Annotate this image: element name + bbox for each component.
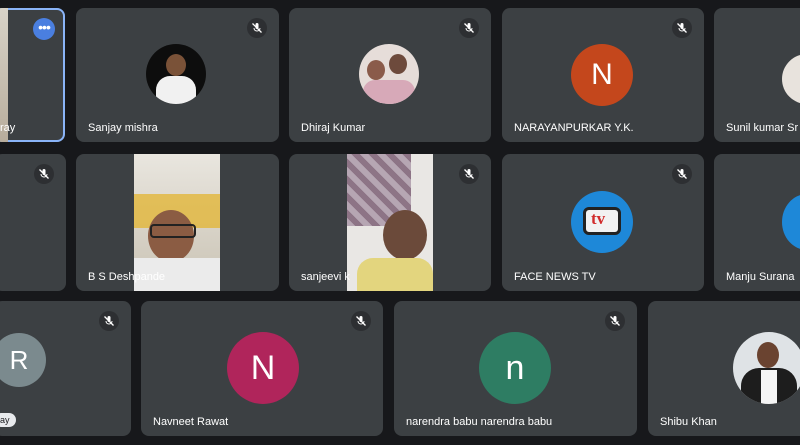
mic-off-icon	[459, 164, 479, 184]
mic-off-icon	[459, 18, 479, 38]
participant-tile-3[interactable]: Dhiraj Kumar	[289, 8, 491, 142]
participant-name: NARAYANPURKAR Y.K.	[514, 122, 634, 134]
participant-avatar: N	[571, 44, 633, 106]
participant-name: B S Deshpande	[88, 271, 166, 283]
participant-tile-7[interactable]: B S Deshpande	[76, 154, 279, 291]
participant-name: Navneet Rawat	[153, 416, 229, 428]
participant-name: Sunil kumar Sr	[726, 122, 799, 134]
participant-name: narendra babu narendra babu	[406, 416, 553, 428]
participant-tile-14[interactable]: Shibu Khan	[648, 301, 800, 436]
participant-avatar-photo	[782, 54, 800, 104]
participant-tile-2[interactable]: Sanjay mishra	[76, 8, 279, 142]
participant-avatar-photo	[733, 332, 800, 404]
participant-avatar	[782, 194, 800, 250]
participant-tile-10[interactable]: Manju Surana	[714, 154, 800, 291]
participant-tile-6[interactable]	[0, 154, 66, 291]
participant-avatar: N	[227, 332, 299, 404]
participant-tile-1[interactable]: ••• ray	[0, 8, 65, 142]
participant-name: Sanjay mishra	[88, 122, 158, 134]
participant-name: Shibu Khan	[660, 416, 717, 428]
participant-video	[347, 154, 433, 291]
more-options-button[interactable]: •••	[33, 18, 55, 40]
participant-name: Dhiraj Kumar	[301, 122, 366, 134]
mic-off-icon	[99, 311, 119, 331]
participant-name: FACE NEWS TV	[514, 271, 596, 283]
participant-tile-13[interactable]: n narendra babu narendra babu	[394, 301, 637, 436]
mic-off-icon	[672, 18, 692, 38]
participant-tile-9[interactable]: tv FACE NEWS TV	[502, 154, 704, 291]
participant-avatar-photo	[146, 44, 206, 104]
participant-name: ray	[0, 122, 16, 134]
mic-off-icon	[605, 311, 625, 331]
participant-avatar: R	[0, 333, 46, 387]
participant-name-chip: ay	[0, 413, 16, 427]
participant-name: sanjeevi k	[301, 271, 350, 283]
participant-name: Manju Surana	[726, 271, 795, 283]
participant-avatar-photo	[359, 44, 419, 104]
participant-tile-5[interactable]: Sunil kumar Sr	[714, 8, 800, 142]
participant-tile-4[interactable]: N NARAYANPURKAR Y.K.	[502, 8, 704, 142]
participant-tile-12[interactable]: N Navneet Rawat	[141, 301, 383, 436]
channel-logo: tv	[571, 191, 633, 253]
participant-tile-11[interactable]: R ay	[0, 301, 131, 436]
mic-off-icon	[247, 18, 267, 38]
mic-off-icon	[672, 164, 692, 184]
mic-off-icon	[34, 164, 54, 184]
participant-tile-8[interactable]: sanjeevi k	[289, 154, 491, 291]
participant-avatar: n	[479, 332, 551, 404]
mic-off-icon	[351, 311, 371, 331]
